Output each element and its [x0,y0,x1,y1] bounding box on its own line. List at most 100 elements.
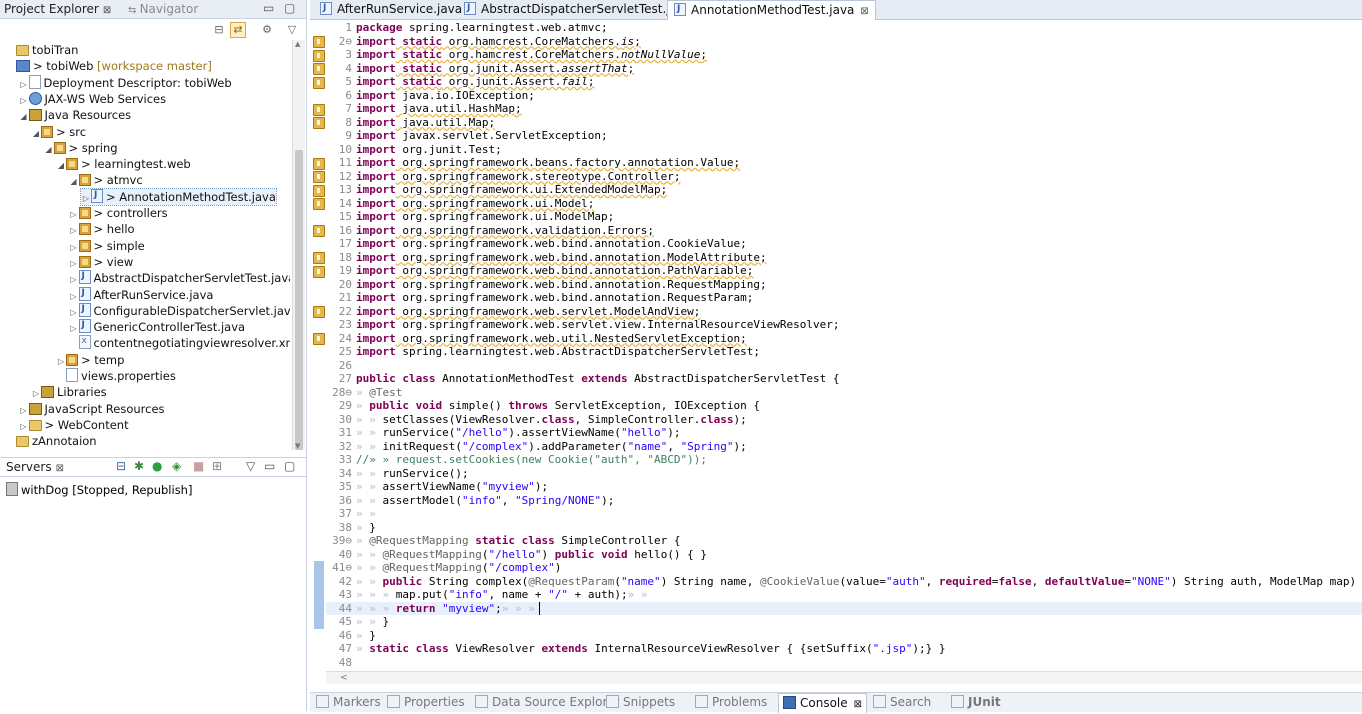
code-line[interactable]: 30» » setClasses(ViewResolver.class, Sim… [326,413,1362,427]
profile-server-icon[interactable]: ◈ [172,458,181,476]
tab-junit[interactable]: JUnit [951,693,1001,712]
warning-icon[interactable] [313,103,325,116]
tree-item[interactable]: ◢ > spring [44,140,117,158]
server-item-withdog[interactable]: withDog [Stopped, Republish] [6,482,192,498]
code-line[interactable]: 27 public class AnnotationMethodTest exte… [326,372,1362,386]
code-line[interactable]: 18 import org.springframework.web.bind.an… [326,251,1362,265]
tree-item[interactable]: ◢ > atmvc [69,172,142,190]
close-icon[interactable]: ⊠ [103,5,111,16]
scroll-up-icon[interactable]: ▲ [295,40,300,48]
tab-project-explorer[interactable]: Project Explorer ⊠ [4,0,111,18]
code-line[interactable]: 28⊖ » @Test [326,386,1362,400]
code-line[interactable]: 2⊖ import static org.hamcrest.CoreMatcher… [326,35,1362,49]
code-line[interactable]: 38 » } [326,521,1362,535]
code-line[interactable]: 9 import javax.servlet.ServletException; [326,129,1362,143]
code-line[interactable]: 25 import spring.learningtest.web.Abstrac… [326,345,1362,359]
scroll-down-icon[interactable]: ▼ [295,442,300,450]
start-server-icon[interactable]: ● [152,458,162,476]
warning-icon[interactable] [313,36,325,48]
expanded-arrow-icon[interactable]: ◢ [31,126,41,142]
tree-item[interactable]: views.properties [56,368,176,384]
editor-tab-abstractdispatcherservlettest[interactable]: AbstractDispatcherServletTest.java [458,0,697,19]
code-line[interactable]: 7 import java.util.HashMap; [326,102,1362,116]
tab-markers[interactable]: Markers [316,693,381,712]
code-line[interactable]: 48 [326,656,1362,670]
code-line[interactable]: 35 » » assertViewName("myview"); [326,480,1362,494]
code-line[interactable]: 19 import org.springframework.web.bind.an… [326,264,1362,278]
code-line[interactable]: 36 » » assertModel("info", "Spring/NONE")… [326,494,1362,508]
warning-icon[interactable] [313,333,325,345]
chevron-down-icon[interactable]: ▽ [246,458,255,476]
close-icon[interactable]: ⊠ [56,463,64,474]
code-line[interactable]: 3 import static org.hamcrest.CoreMatchers… [326,48,1362,62]
collapse-icon[interactable]: ⊟ [116,458,126,476]
tree-item[interactable]: ◢ > src [31,124,86,140]
code-line[interactable]: 40» » @RequestMapping("/hello") public v… [326,548,1362,562]
editor-tab-annotationmethodtest[interactable]: AnnotationMethodTest.java ⊠ [667,0,876,20]
tree-item[interactable]: ▷ > view [69,254,133,270]
code-line[interactable]: 46 » } [326,629,1362,643]
tab-data-source-explorer[interactable]: Data Source Explorer [475,693,619,712]
tab-servers[interactable]: Servers ⊠ [6,458,64,476]
tree-item[interactable]: ▷ Libraries [31,384,107,400]
code-line[interactable]: 13 import org.springframework.ui.Extended… [326,183,1362,197]
warning-icon[interactable] [313,49,325,62]
code-line[interactable]: 16 import org.springframework.validation.… [326,224,1362,238]
code-line[interactable]: 31 » » runService("/hello").assertViewNam… [326,426,1362,440]
tree-item[interactable]: ▷ JAX-WS Web Services [19,91,166,107]
code-line[interactable]: 1 package spring.learningtest.web.atmvc; [326,21,1362,35]
tree-item[interactable]: tobiTran [6,42,78,58]
code-line[interactable]: 23 import org.springframework.web.servlet… [326,318,1362,332]
tree-item[interactable]: ▷ > hello [69,221,134,237]
tab-snippets[interactable]: Snippets [606,693,675,712]
code-line[interactable]: 20 import org.springframework.web.bind.an… [326,278,1362,292]
code-line[interactable]: 15 import org.springframework.ui.ModelMap… [326,210,1362,224]
collapse-all-icon[interactable]: ⊟ [211,22,227,38]
warning-icon[interactable] [313,306,325,318]
warning-icon[interactable] [313,117,325,129]
chevron-down-icon[interactable]: ▽ [284,22,300,38]
warning-icon[interactable] [313,198,325,210]
code-line[interactable]: 24 import org.springframework.web.util.Ne… [326,332,1362,346]
tree-item[interactable]: ▷AfterRunService.java [69,285,213,303]
warning-icon[interactable] [313,265,325,278]
scroll-left-icon[interactable]: < [340,673,348,683]
tree-item[interactable]: ▷ Deployment Descriptor: tobiWeb [19,74,232,91]
maximize-icon[interactable]: ▢ [284,0,295,18]
tree-item[interactable]: > tobiWeb [workspace master] [6,58,212,74]
code-line[interactable]: 33 //» » request.setCookies(new Cookie("a… [326,453,1362,467]
code-line[interactable]: 47 » static class ViewResolver extends In… [326,642,1362,656]
code-line[interactable]: 4 import static org.junit.Assert.assertTh… [326,62,1362,76]
view-menu-icon[interactable]: ⚙ [259,22,275,38]
tab-search[interactable]: Search [873,693,931,712]
expanded-arrow-icon[interactable]: ◢ [56,158,66,174]
code-line[interactable]: 14 import org.springframework.ui.Model; [326,197,1362,211]
horizontal-scrollbar[interactable]: < [326,671,1362,684]
warning-icon[interactable] [313,252,325,264]
code-line[interactable]: 45 » » } [326,615,1362,629]
code-line[interactable]: 5 import static org.junit.Assert.fail; [326,75,1362,89]
code-line[interactable]: 41⊖» » @RequestMapping("/complex") [326,561,1362,575]
close-icon[interactable]: ⊠ [860,6,868,17]
tree-item[interactable]: ▷> AnnotationMethodTest.java [80,187,277,206]
tree-item[interactable]: zAnnotaion [6,433,97,449]
code-line[interactable]: 12 import org.springframework.stereotype.… [326,170,1362,184]
code-line[interactable]: 39⊖ » @RequestMapping static class Simple… [326,534,1362,548]
warning-icon[interactable] [313,157,325,170]
publish-icon[interactable]: ⊞ [212,458,222,476]
expanded-arrow-icon[interactable]: ◢ [69,174,79,190]
tree-item[interactable]: ▷ > temp [56,352,124,368]
code-line[interactable]: 21 import org.springframework.web.bind.an… [326,291,1362,305]
code-line[interactable]: 26 [326,359,1362,373]
expanded-arrow-icon[interactable]: ◢ [44,142,54,158]
tab-problems[interactable]: Problems [695,693,767,712]
code-line[interactable]: 34 » » runService(); [326,467,1362,481]
tree-item[interactable]: ▷ > controllers [69,205,167,221]
warning-icon[interactable] [313,76,325,89]
code-line[interactable]: 17 import org.springframework.web.bind.an… [326,237,1362,251]
tree-item[interactable]: contentnegotiatingviewresolver.xml [69,333,290,351]
code-line[interactable]: 29 » public void simple() throws ServletE… [326,399,1362,413]
tree-item[interactable]: ▷ > WebContent [19,417,128,433]
tab-navigator[interactable]: ⇆ Navigator [128,0,198,18]
code-line[interactable]: 8 import java.util.Map; [326,116,1362,130]
